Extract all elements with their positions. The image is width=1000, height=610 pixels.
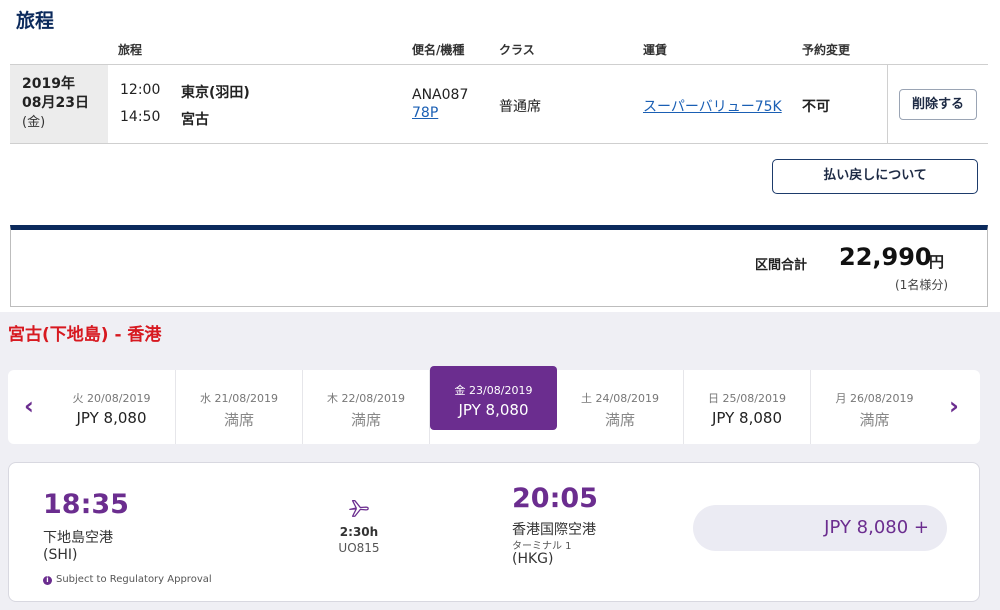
fare-price: JPY 8,080 +	[824, 517, 929, 538]
header-itinerary: 旅程	[118, 43, 143, 57]
flight-info: 2:30h UO815	[309, 497, 409, 555]
row-divider	[887, 65, 888, 143]
itinerary-row: 2019年 08月23日 (金) 12:00 東京(羽田) 14:50 宮古 A…	[10, 64, 988, 144]
refund-info-button[interactable]: 払い戻しについて	[772, 159, 978, 194]
select-fare-button[interactable]: JPY 8,080 +	[693, 505, 947, 551]
total-amount: 22,990	[839, 243, 932, 271]
date-tab-price: JPY 8,080	[76, 409, 147, 427]
date-day: 08月23日	[22, 95, 89, 111]
header-flight: 便名/機種	[412, 43, 465, 57]
section-total-box: 区間合計 22,990 円 (1名様分)	[10, 225, 988, 307]
date-tab-price: JPY 8,080	[458, 401, 529, 419]
date-tab-label: 日 25/08/2019	[708, 392, 786, 405]
date-tab-label: 月 26/08/2019	[835, 392, 914, 405]
date-tab-label: 火 20/08/2019	[72, 392, 151, 405]
departure-time: 12:00	[120, 82, 161, 98]
flight-card[interactable]: 18:35 下地島空港 (SHI) 2:30h UO815 20:05 香港国際…	[8, 462, 980, 602]
date-tab[interactable]: 月 26/08/2019 満席	[811, 370, 938, 444]
chevron-left-icon[interactable]: ‹	[24, 392, 34, 420]
ana-itinerary-section: 旅程 旅程 便名/機種 クラス 運賃 予約変更 2019年 08月23日 (金)…	[0, 0, 1000, 312]
date-tab[interactable]: 水 21/08/2019 満席	[176, 370, 303, 444]
delete-button[interactable]: 削除する	[899, 89, 977, 120]
departure-code: (SHI)	[43, 547, 78, 563]
flight-number: ANA087	[412, 87, 469, 103]
date-tab-label: 木 22/08/2019	[327, 392, 405, 405]
plane-icon	[349, 500, 369, 517]
chevron-right-icon[interactable]: ›	[949, 392, 959, 420]
header-change: 予約変更	[802, 43, 851, 57]
itinerary-title: 旅程	[16, 10, 55, 32]
change-status: 不可	[802, 99, 830, 115]
total-label: 区間合計	[755, 258, 808, 273]
departure-airport: 下地島空港	[43, 530, 113, 546]
total-note: (1名様分)	[895, 278, 948, 292]
date-tab-label: 土 24/08/2019	[581, 392, 659, 405]
route-title: 宮古(下地島) - 香港	[8, 325, 162, 345]
date-cell: 2019年 08月23日 (金)	[10, 65, 108, 143]
date-tab-selected[interactable]: 金 23/08/2019 JPY 8,080	[430, 366, 557, 430]
date-tab-price: 満席	[350, 411, 381, 429]
date-selector: ‹ 火 20/08/2019 JPY 8,080 水 21/08/2019 満席…	[8, 366, 980, 444]
date-tab-price: 満席	[604, 411, 635, 429]
seat-class: 普通席	[499, 99, 541, 115]
departure-time: 18:35	[43, 489, 129, 520]
arrival-place: 宮古	[181, 112, 209, 128]
departure-place: 東京(羽田)	[181, 85, 250, 101]
regulatory-notice: i Subject to Regulatory Approval	[43, 574, 212, 585]
date-tab-price: 満席	[859, 411, 890, 429]
total-currency: 円	[929, 253, 945, 271]
header-class: クラス	[499, 43, 535, 57]
date-year: 2019年	[22, 76, 75, 92]
notice-text: Subject to Regulatory Approval	[56, 574, 212, 585]
flight-duration: 2:30h	[339, 525, 379, 539]
fare-link[interactable]: スーパーバリュー75K	[643, 96, 782, 116]
arrival-code: (HKG)	[512, 551, 554, 567]
date-weekday: (金)	[22, 115, 46, 130]
arrival-terminal: ターミナル 1	[512, 541, 572, 552]
arrival-airport: 香港国際空港	[512, 522, 596, 538]
date-tab-price: 満席	[223, 411, 254, 429]
date-tab[interactable]: 土 24/08/2019 満席	[557, 370, 684, 444]
info-icon: i	[43, 576, 52, 585]
date-tab[interactable]: 火 20/08/2019 JPY 8,080	[48, 370, 176, 444]
arrival-time: 20:05	[512, 483, 598, 514]
arrival-time: 14:50	[120, 109, 161, 125]
header-fare: 運賃	[643, 43, 668, 57]
date-tab-label: 水 21/08/2019	[200, 392, 278, 405]
date-tab[interactable]: 木 22/08/2019 満席	[303, 370, 430, 444]
date-tab[interactable]: 日 25/08/2019 JPY 8,080	[684, 370, 811, 444]
aircraft-link[interactable]: 78P	[412, 105, 438, 121]
hkexpress-section: 宮古(下地島) - 香港 ‹ 火 20/08/2019 JPY 8,080 水 …	[0, 312, 1000, 610]
date-tab-price: JPY 8,080	[711, 409, 782, 427]
date-tab-label: 金 23/08/2019	[454, 384, 533, 397]
flight-number: UO815	[338, 541, 380, 555]
